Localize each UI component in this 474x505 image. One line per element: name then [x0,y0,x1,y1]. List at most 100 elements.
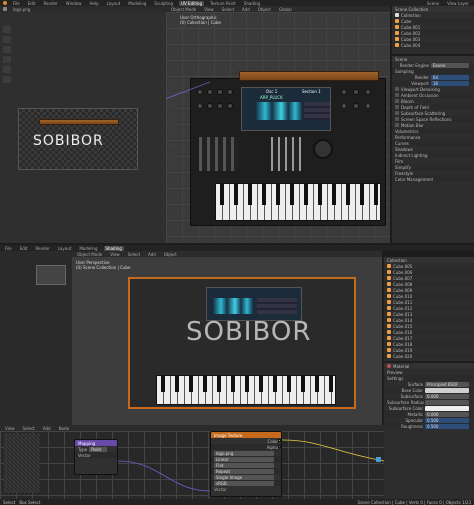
menu-select[interactable]: Select [220,7,236,12]
mesh-icon [395,19,399,23]
viewport-top[interactable]: User Orthographic (0) Collection | Cube … [166,12,390,243]
specular-field[interactable]: 0.500 [425,417,469,423]
render-param-grid [257,298,297,314]
file-browser-panel [0,251,72,425]
image-thumbnail[interactable] [36,265,66,285]
scene-selector[interactable]: Scene [425,1,441,6]
mesh-icon [395,43,399,47]
move-tool-icon[interactable] [3,46,11,53]
node-menu-view[interactable]: View [3,426,17,431]
menu-render[interactable]: Render [41,1,59,6]
material-properties: Material Preview Settings Surface Princip… [384,363,474,499]
viewport-bottom-info: User Perspective (0) Scene Collection | … [76,260,131,270]
render-samples-field[interactable]: 64 [431,74,469,80]
b-tab-modeling[interactable]: Modeling [77,246,99,251]
menu-file[interactable]: File [11,1,22,6]
outliner-top: Scene Collection Collection Cube Cube.00… [392,6,474,54]
tab-modeling[interactable]: Modeling [126,1,148,6]
b-menu-file[interactable]: File [3,246,14,251]
render-keyboard[interactable] [156,375,336,405]
menu-object[interactable]: Object [256,7,273,12]
mesh-icon [387,288,391,292]
menu-help[interactable]: Help [87,1,100,6]
subsurface-color-swatch[interactable] [425,405,469,411]
b-menu-render[interactable]: Render [33,246,51,251]
node-editor[interactable]: Mapping Type Point Vector Image Texture C… [0,431,384,499]
editor-type-icon[interactable] [3,7,7,11]
render-waveform [213,298,253,314]
image-editor-area[interactable]: SOBIBOR [0,12,166,243]
mesh-icon [387,312,391,316]
cursor-tool-icon[interactable] [3,36,11,43]
viewport-bottom[interactable]: User Perspective (0) Scene Collection | … [72,257,382,425]
b-tab-layout[interactable]: Layout [56,246,74,251]
section-color-management[interactable]: Color Management [392,176,474,182]
tab-layout[interactable]: Layout [105,1,123,6]
properties-top: Scene Render Engine Eevee Sampling Render… [392,56,474,243]
roughness-field[interactable]: 0.500 [425,423,469,429]
render-screen [206,287,302,321]
menu-edit[interactable]: Edit [26,1,38,6]
mode-selector[interactable]: Object Mode [169,7,198,12]
mesh-icon [387,318,391,322]
status-middle: Box Select [19,499,41,505]
base-color-swatch[interactable] [425,387,469,393]
b-menu-view[interactable]: View [108,252,122,257]
view-layer-selector[interactable]: View Layer [445,1,471,6]
roughness-row: Roughness 0.500 [384,423,474,429]
mesh-icon [387,282,391,286]
b-menu-object[interactable]: Object [162,252,179,257]
mesh-icon [387,324,391,328]
render-logo: SOBIBOR [186,317,312,347]
outliner-item[interactable]: Cube.020 [384,353,474,359]
subsurface-row: Subsurface 0.000 [384,393,474,399]
render-engine-field[interactable]: Eevee [431,62,469,68]
scale-tool-icon[interactable] [3,66,11,73]
select-tool-icon[interactable] [3,26,11,33]
rotate-tool-icon[interactable] [3,56,11,63]
outliner-item[interactable]: Cube.004 [392,42,474,48]
surface-field[interactable]: Principled BSDF [425,381,469,387]
mesh-icon [395,31,399,35]
mesh-icon [395,25,399,29]
tab-sculpting[interactable]: Sculpting [152,1,175,6]
tab-shading[interactable]: Shading [242,1,262,6]
subsurface-radius-row: Subsurface Radius [384,399,474,405]
menu-add[interactable]: Add [240,7,252,12]
metallic-field[interactable]: 0.000 [425,411,469,417]
outliner-bottom: Collection Cube.005 Cube.006 Cube.007 Cu… [384,257,474,361]
b-mode-selector[interactable]: Object Mode [75,252,104,257]
node-links [117,439,384,492]
subsurface-field[interactable]: 0.000 [425,393,469,399]
surface-row: Surface Principled BSDF [384,381,474,387]
menu-window[interactable]: Window [64,1,84,6]
mesh-icon [387,330,391,334]
tab-uv-editing[interactable]: UV Editing [179,0,204,6]
status-left: Select [3,499,16,505]
mesh-icon [395,37,399,41]
mesh-icon [387,270,391,274]
annotate-tool-icon[interactable] [3,76,11,83]
synth-render[interactable]: SOBIBOR [128,277,356,409]
blender-logo-icon[interactable] [3,1,7,5]
b-menu-select[interactable]: Select [126,252,142,257]
properties-sections: Ambient Occlusion Bloom Depth of Field S… [392,92,474,182]
mesh-icon [387,336,391,340]
tab-texture-paint[interactable]: Texture Paint [208,1,238,6]
node-menu-select[interactable]: Select [21,426,37,431]
subsurface-radius-field[interactable] [425,399,469,405]
checkbox-icon[interactable] [395,87,399,91]
image-name-field[interactable]: logo.png [11,7,32,12]
b-tab-shading[interactable]: Shading [103,245,124,251]
specular-row: Specular 0.500 [384,417,474,423]
transform-orientation[interactable]: Global [277,7,294,12]
metallic-row: Metallic 0.000 [384,411,474,417]
mesh-icon [387,306,391,310]
viewport-samples-field[interactable]: 16 [431,80,469,86]
b-menu-add[interactable]: Add [146,252,158,257]
b-menu-edit[interactable]: Edit [18,246,30,251]
node-menu-add[interactable]: Add [41,426,53,431]
base-color-row: Base Color [384,387,474,393]
node-menu-node[interactable]: Node [57,426,71,431]
menu-view[interactable]: View [202,7,216,12]
